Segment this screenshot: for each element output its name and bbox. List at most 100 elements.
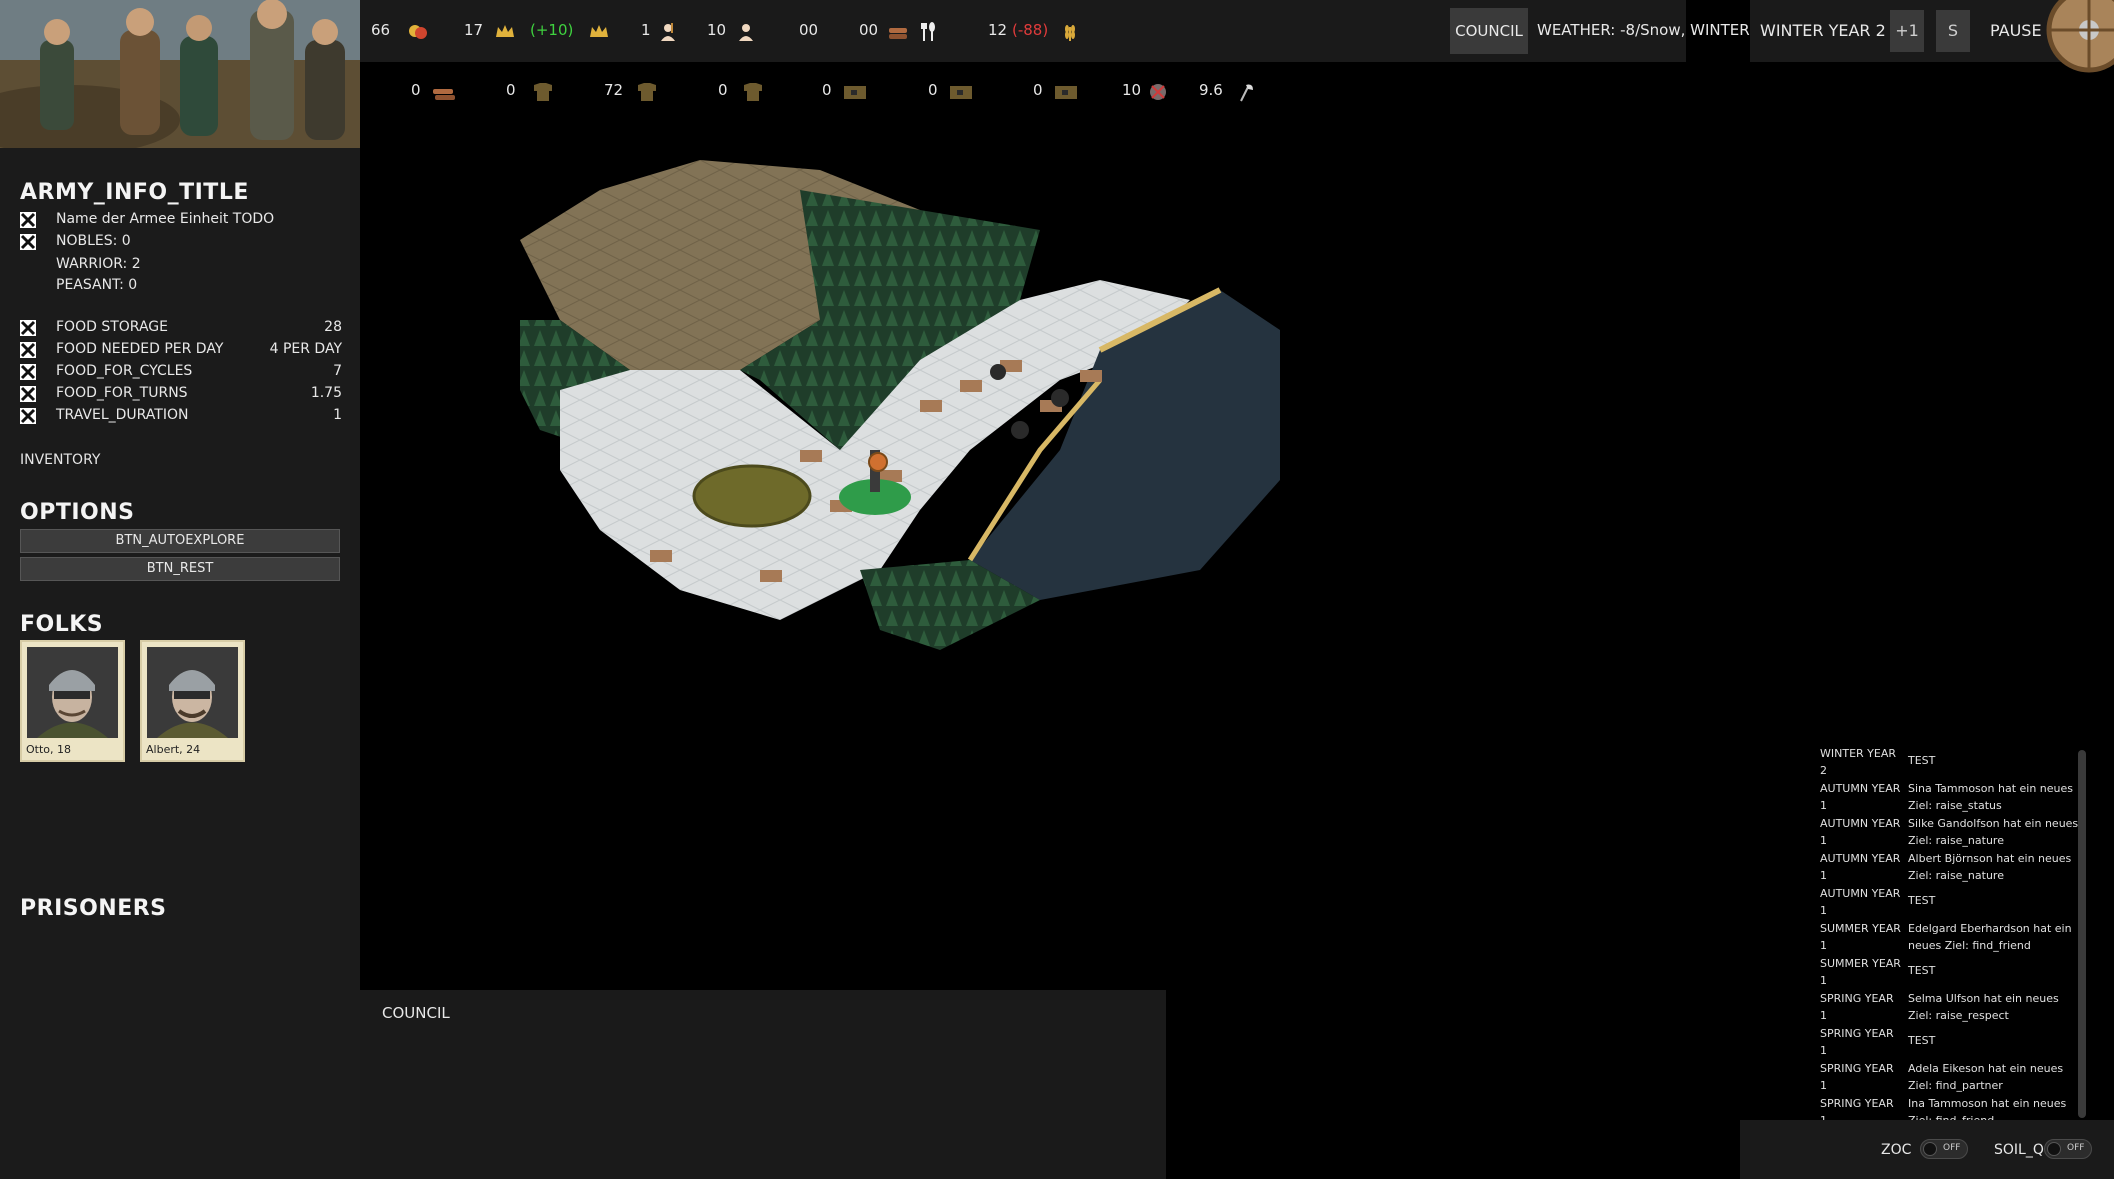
weather-text: WEATHER: -8/Snow, WINTER xyxy=(1537,21,1750,39)
resource-delta: (+10) xyxy=(530,21,574,39)
log-message: Edelgard Eberhardson hat ein neues Ziel:… xyxy=(1908,922,2072,952)
resource-wood: 00 xyxy=(859,21,935,43)
log-entry: SPRING YEAR 1 Adela Eikeson hat ein neue… xyxy=(1820,1060,2084,1095)
log-entry: SUMMER YEAR 1 Edelgard Eberhardson hat e… xyxy=(1820,920,2084,955)
council-button[interactable]: COUNCIL xyxy=(1450,8,1528,54)
log-date: AUTUMN YEAR 1 xyxy=(1820,782,1901,812)
resource-food: 12 (-88) xyxy=(988,21,1075,43)
crossed-swords-icon xyxy=(20,386,36,402)
resource-value: 0 xyxy=(822,81,832,99)
resource-value: 0 xyxy=(928,81,938,99)
resource-value: 0 xyxy=(718,81,728,99)
resource-value: 0 xyxy=(411,81,421,99)
cutlery-icon xyxy=(921,22,935,41)
zoc-toggle[interactable]: OFF xyxy=(1920,1139,1968,1159)
army-peasant-count: PEASANT: 0 xyxy=(56,277,138,293)
log-message: Sina Tammoson hat ein neues Ziel: raise_… xyxy=(1908,782,2073,812)
weather-readout: WEATHER: -8/Snow, WINTER 39893 xyxy=(1537,21,1838,39)
log-date: SPRING YEAR 1 xyxy=(1820,1027,1894,1057)
stat-value: 4 PER DAY xyxy=(269,341,342,357)
log-message: TEST xyxy=(1908,894,1936,907)
log-entry: AUTUMN YEAR 1 Sina Tammoson hat ein neue… xyxy=(1820,780,2084,815)
log-date: SPRING YEAR 1 xyxy=(1820,992,1894,1022)
army-nobles-row: NOBLES: 0 xyxy=(20,231,342,253)
stat-value: 1.75 xyxy=(310,385,342,401)
stat-label: FOOD_FOR_TURNS xyxy=(56,385,188,401)
advance-turn-button[interactable]: +1 xyxy=(1890,10,1924,52)
event-log[interactable]: WINTER YEAR 2 TEST AUTUMN YEAR 1 Sina Ta… xyxy=(1820,745,2084,1121)
theater-masks-icon xyxy=(409,25,427,39)
resource-value: 66 xyxy=(371,21,391,39)
stat-value: 1 xyxy=(333,407,342,423)
wheat-icon xyxy=(1065,25,1075,41)
resource-nobles: 17 xyxy=(464,21,514,43)
person-icon xyxy=(739,24,753,41)
log-entry: SPRING YEAR 1 Selma Ulfson hat ein neues… xyxy=(1820,990,2084,1025)
toggle-state: OFF xyxy=(2067,1143,2085,1153)
army-unit-name-row: Name der Armee Einheit TODO xyxy=(20,209,342,231)
toggle-knob xyxy=(1923,1142,1937,1156)
priest-icon xyxy=(661,23,675,41)
prisoners-title: PRISONERS xyxy=(20,896,167,921)
crown-icon xyxy=(496,25,514,37)
log-date: AUTUMN YEAR 1 xyxy=(1820,852,1901,882)
log-date: WINTER YEAR 2 xyxy=(1820,747,1896,777)
stat-label: FOOD NEEDED PER DAY xyxy=(56,341,224,357)
cloth-icon xyxy=(950,86,972,99)
folks-title: FOLKS xyxy=(20,612,104,637)
army-warrior-count: WARRIOR: 2 xyxy=(56,256,141,272)
stat-row: FOOD NEEDED PER DAY 4 PER DAY xyxy=(20,339,342,361)
resource-priests: 1 xyxy=(641,21,675,43)
resource-value: 12 xyxy=(988,21,1008,39)
log-entry: AUTUMN YEAR 1 Silke Gandolfson hat ein n… xyxy=(1820,815,2084,850)
log-date: SPRING YEAR 1 xyxy=(1820,1097,1894,1121)
crown-icon xyxy=(590,25,608,37)
log-date: AUTUMN YEAR 1 xyxy=(1820,817,1901,847)
log-date: SPRING YEAR 1 xyxy=(1820,1062,1894,1092)
army-info-title: ARMY_INFO_TITLE xyxy=(20,180,249,205)
pause-button[interactable]: PAUSE xyxy=(1990,21,2042,40)
resource-row2-item: 0 xyxy=(822,81,866,105)
stat-row: FOOD STORAGE 28 xyxy=(20,317,342,339)
log-entry: SPRING YEAR 1 TEST xyxy=(1820,1025,2084,1060)
cloth-icon xyxy=(1055,86,1077,99)
army-unit-name: Name der Armee Einheit TODO xyxy=(56,211,275,227)
crossed-swords-icon xyxy=(20,320,36,336)
log-entry: WINTER YEAR 2 TEST xyxy=(1820,745,2084,780)
log-entry: SUMMER YEAR 1 TEST xyxy=(1820,955,2084,990)
stat-row: FOOD_FOR_CYCLES 7 xyxy=(20,361,342,383)
wood-logs-icon xyxy=(889,28,907,39)
wood-logs-icon xyxy=(433,89,455,100)
autoexplore-button[interactable]: BTN_AUTOEXPLORE xyxy=(20,529,340,553)
options-title: OPTIONS xyxy=(20,500,135,525)
soil-quality-toggle[interactable]: OFF xyxy=(2044,1139,2092,1159)
resource-value: 1 xyxy=(641,21,651,39)
speed-button[interactable]: S xyxy=(1936,10,1970,52)
log-message: Selma Ulfson hat ein neues Ziel: raise_r… xyxy=(1908,992,2059,1022)
resource-row2-item: 0 xyxy=(506,81,552,105)
log-message: TEST xyxy=(1908,964,1936,977)
log-message: Ina Tammoson hat ein neues Ziel: find_fr… xyxy=(1908,1097,2067,1121)
tunic-icon xyxy=(744,83,762,101)
zoc-label: ZOC xyxy=(1881,1142,1912,1158)
resource-row2-item: 0 xyxy=(411,81,455,105)
resource-value: 0 xyxy=(506,81,516,99)
resource-value: 17 xyxy=(464,21,484,39)
stat-label: TRAVEL_DURATION xyxy=(56,407,189,423)
resource-row2-item: 0 xyxy=(718,81,762,105)
stat-value: 28 xyxy=(324,319,342,335)
log-scrollbar[interactable] xyxy=(2078,750,2086,1118)
world-map[interactable] xyxy=(500,150,1450,690)
folk-card[interactable]: Otto, 18 xyxy=(20,640,125,762)
inventory-label: INVENTORY xyxy=(20,452,101,468)
crossed-swords-icon xyxy=(20,234,36,250)
resource-happiness: 66 xyxy=(371,21,427,43)
rest-button[interactable]: BTN_REST xyxy=(20,557,340,581)
crossed-swords-icon xyxy=(20,364,36,380)
resource-delta: (-88) xyxy=(1012,21,1049,39)
log-date: AUTUMN YEAR 1 xyxy=(1820,887,1901,917)
resource-unknown: 00 xyxy=(799,21,818,43)
folk-card[interactable]: Albert, 24 xyxy=(140,640,245,762)
axe-icon xyxy=(1240,84,1253,102)
resource-value: 9.6 xyxy=(1199,81,1223,99)
